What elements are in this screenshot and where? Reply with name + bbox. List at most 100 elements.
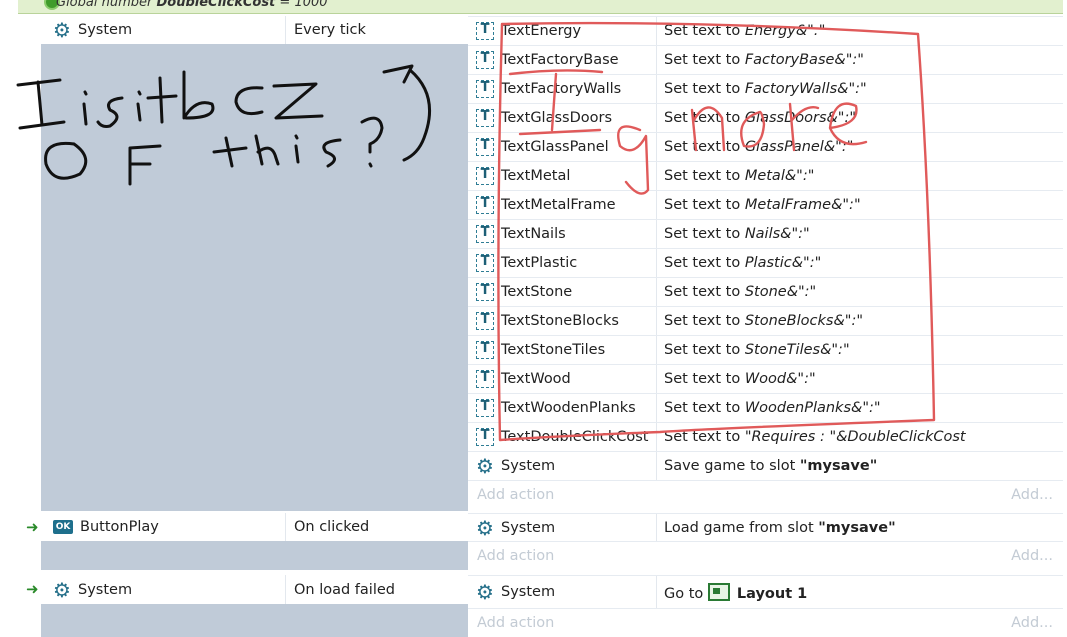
action-param: StoneTiles — [744, 342, 821, 358]
action-param: Metal — [744, 168, 785, 184]
action-object: ⚙ System — [468, 576, 657, 608]
action-row[interactable]: T TextStone Set text to Stone&":" — [468, 277, 1063, 306]
action-row[interactable]: ⚙ System Load game from slot "mysave" — [468, 513, 1063, 541]
action-suffix: &":" — [831, 197, 861, 213]
action-row[interactable]: T TextMetal Set text to Metal&":" — [468, 161, 1063, 190]
text-object-icon: T — [476, 80, 494, 98]
action-verb: Set text to — [664, 139, 745, 155]
text-object-icon: T — [476, 283, 494, 301]
action-object: T TextPlastic — [468, 249, 657, 277]
event-1-condition[interactable]: ⚙ System Every tick — [41, 16, 468, 44]
action-text: Set text to GlassPanel&":" — [657, 139, 853, 155]
action-row[interactable]: T TextEnergy Set text to Energy&":" — [468, 16, 1063, 45]
action-row[interactable]: T TextPlastic Set text to Plastic&":" — [468, 248, 1063, 277]
gear-icon: ⚙ — [476, 454, 494, 478]
text-object-icon: T — [476, 428, 494, 446]
action-object: T TextGlassDoors — [468, 104, 657, 132]
action-verb: Set text to — [664, 110, 745, 126]
add-action-link[interactable]: Add action — [477, 548, 554, 564]
action-row[interactable]: T TextMetalFrame Set text to MetalFrame&":… — [468, 190, 1063, 219]
condition-text: On clicked — [294, 519, 370, 535]
action-object-name: TextPlastic — [501, 255, 578, 271]
action-text: Set text to MetalFrame&":" — [657, 197, 861, 213]
action-object: T TextMetalFrame — [468, 191, 657, 219]
action-suffix: &":" — [851, 400, 881, 416]
action-param: StoneBlocks — [744, 313, 834, 329]
action-row[interactable]: ⚙ System Go to Layout 1 — [468, 575, 1063, 608]
action-param: WoodenPlanks — [744, 400, 852, 416]
action-verb: Set text to — [664, 255, 745, 271]
action-verb: Set text to — [664, 342, 745, 358]
action-suffix: &":" — [780, 226, 810, 242]
action-text: Go to Layout 1 — [657, 582, 807, 602]
action-suffix: &":" — [795, 23, 826, 39]
add-action-link[interactable]: Add action — [477, 615, 554, 631]
action-text: Set text to Wood&":" — [657, 371, 816, 387]
condition-text: On load failed — [294, 581, 395, 598]
action-row[interactable]: T TextDoubleClickCost Set text to "Require… — [468, 422, 1063, 451]
action-suffix: &":" — [786, 284, 817, 300]
action-text: Set text to "Requires : "&DoubleClickCos… — [657, 429, 966, 445]
event-1-gutter — [41, 44, 468, 511]
text-object-icon: T — [476, 254, 494, 272]
action-text: Load game from slot "mysave" — [657, 520, 896, 536]
global-variable-bar[interactable]: Global number DoubleClickCost = 1000 — [18, 0, 1063, 14]
layout-icon — [707, 582, 730, 601]
action-suffix: &":" — [786, 371, 816, 387]
action-row[interactable]: T TextWoodenPlanks Set text to WoodenPlank… — [468, 393, 1063, 422]
action-verb: Set text to — [664, 429, 745, 445]
action-object: T TextWoodenPlanks — [468, 394, 657, 422]
action-row[interactable]: T TextStoneTiles Set text to StoneTiles&":… — [468, 335, 1063, 364]
condition-object: OK ButtonPlay — [41, 513, 286, 541]
action-text: Set text to FactoryBase&":" — [657, 52, 864, 68]
action-row[interactable]: T TextWood Set text to Wood&":" — [468, 364, 1063, 393]
action-row[interactable]: T TextFactoryWalls Set text to FactoryWall… — [468, 74, 1063, 103]
action-row[interactable]: ⚙ System Save game to slot "mysave" — [468, 451, 1063, 480]
event-2-condition[interactable]: OK ButtonPlay On clicked — [41, 513, 468, 541]
add-action-row[interactable]: Add action Add... — [468, 541, 1063, 569]
action-row[interactable]: T TextGlassPanel Set text to GlassPanel&":… — [468, 132, 1063, 161]
action-param: FactoryBase — [744, 52, 835, 68]
action-object-name: TextGlassPanel — [501, 139, 609, 155]
action-row[interactable]: T TextNails Set text to Nails&":" — [468, 219, 1063, 248]
event-3-condition[interactable]: ⚙ System On load failed — [41, 575, 468, 604]
add-action-button[interactable]: Add... — [1011, 487, 1053, 503]
action-object: T TextNails — [468, 220, 657, 248]
action-text: Set text to Plastic&":" — [657, 255, 821, 271]
action-verb: Set text to — [664, 168, 745, 184]
action-row[interactable]: T TextFactoryBase Set text to FactoryBase&… — [468, 45, 1063, 74]
action-verb: Set text to — [664, 81, 745, 97]
add-action-button[interactable]: Add... — [1011, 548, 1053, 564]
action-suffix: &":" — [834, 52, 864, 68]
action-object: T TextFactoryWalls — [468, 75, 657, 103]
add-action-row[interactable]: Add action Add... — [468, 480, 1063, 508]
action-suffix: &":" — [833, 313, 863, 329]
action-row[interactable]: T TextGlassDoors Set text to GlassDoors&":… — [468, 103, 1063, 132]
event-2-gutter — [41, 541, 468, 570]
action-suffix: &":" — [826, 110, 857, 126]
add-action-button[interactable]: Add... — [1011, 615, 1053, 631]
add-action-row[interactable]: Add action Add... — [468, 608, 1063, 636]
action-row[interactable]: T TextStoneBlocks Set text to StoneBlocks&… — [468, 306, 1063, 335]
action-param: Plastic — [744, 255, 792, 271]
gear-icon: ⚙ — [53, 577, 71, 602]
action-object-name: System — [501, 458, 556, 474]
action-param: Stone — [744, 284, 787, 300]
action-object-name: TextEnergy — [501, 23, 582, 39]
action-object-name: TextGlassDoors — [501, 110, 613, 126]
action-verb: Set text to — [664, 400, 745, 416]
condition-object: ⚙ System — [41, 16, 286, 44]
action-text: Save game to slot "mysave" — [657, 458, 877, 474]
action-object: T TextStoneBlocks — [468, 307, 657, 335]
text-object-icon: T — [476, 138, 494, 156]
action-param: "Requires : "&DoubleClickCost — [744, 429, 966, 445]
add-action-link[interactable]: Add action — [477, 487, 554, 503]
text-object-icon: T — [476, 370, 494, 388]
action-suffix: &":" — [820, 342, 850, 358]
action-object-name: TextMetalFrame — [501, 197, 616, 213]
text-object-icon: T — [476, 225, 494, 243]
action-text: Set text to GlassDoors&":" — [657, 110, 856, 126]
action-object: T TextEnergy — [468, 17, 657, 45]
action-text: Set text to Stone&":" — [657, 284, 816, 300]
action-param: FactoryWalls — [744, 81, 838, 97]
